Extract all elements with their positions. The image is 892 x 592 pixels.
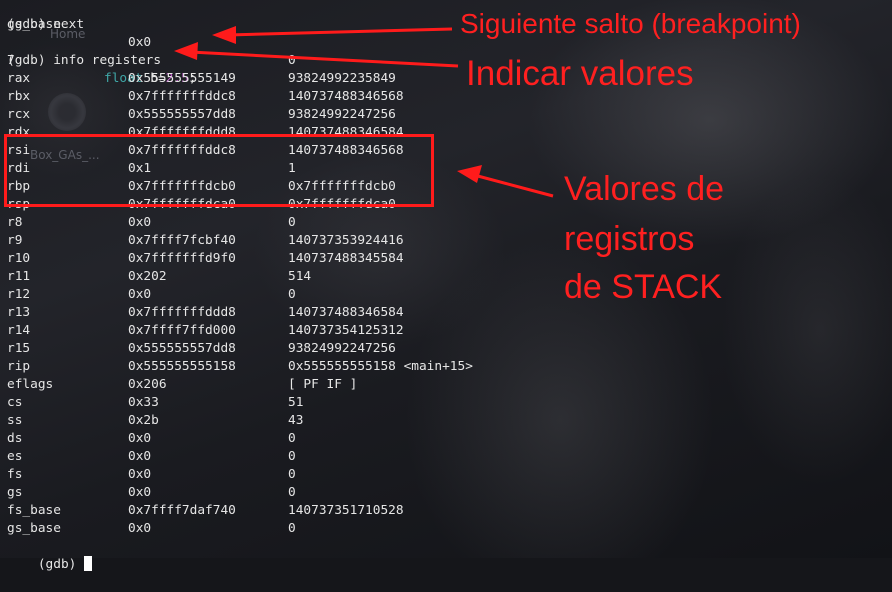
gdb-prompt: (gdb) (37, 557, 77, 572)
annotation-stack-line1: Valores de (564, 170, 725, 208)
arrow-values-head (174, 42, 198, 60)
annotation-stack-line2: registros (564, 220, 695, 258)
arrow-breakpoint-line (227, 27, 453, 37)
annotation-values: Indicar valores (466, 54, 694, 93)
annotation-arrows (174, 26, 554, 198)
terminal-cursor (84, 556, 93, 571)
arrow-stack-line (473, 173, 554, 198)
arrow-breakpoint-head (212, 26, 236, 44)
arrow-values-line (189, 50, 459, 68)
annotation-breakpoint: Siguiente salto (breakpoint) (460, 8, 801, 39)
annotation-stack-line3: de STACK (564, 268, 723, 306)
arrow-stack-head (457, 165, 482, 183)
